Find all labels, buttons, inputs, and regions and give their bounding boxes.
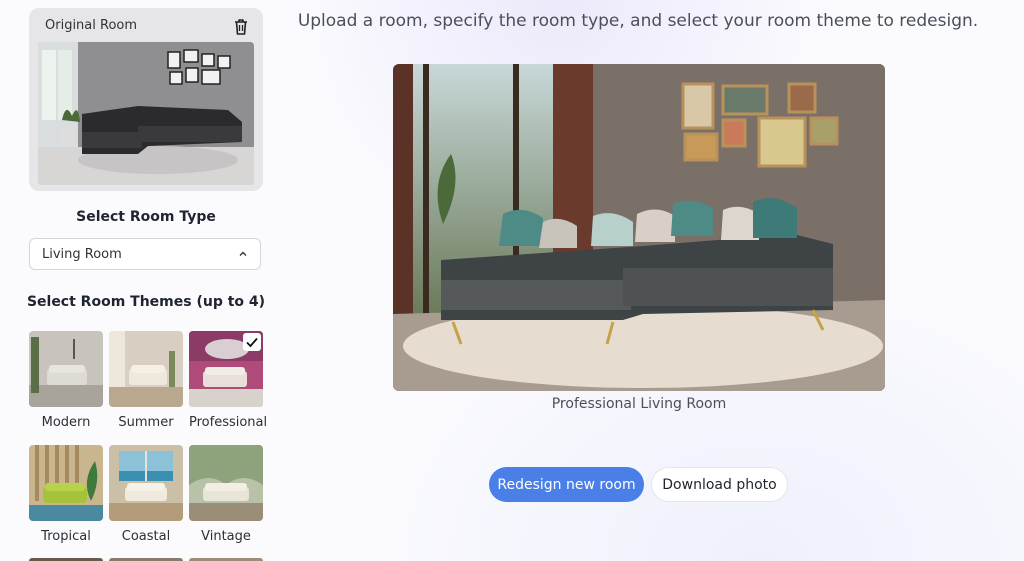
trash-icon[interactable] [233,18,249,36]
room-themes-heading: Select Room Themes (up to 4) [26,294,266,310]
theme-thumbnail [109,445,183,521]
theme-thumbnail [189,331,263,407]
theme-tropical[interactable]: Tropical [29,445,103,544]
theme-thumbnail [109,331,183,407]
theme-professional[interactable]: Professional [189,331,268,430]
theme-label: Professional [189,415,268,430]
redesign-new-room-button[interactable]: Redesign new room [489,467,644,502]
download-photo-button[interactable]: Download photo [651,467,788,502]
page-subtitle: Upload a room, specify the room type, an… [297,11,979,31]
theme-summer[interactable]: Summer [109,331,183,430]
theme-vintage[interactable]: Vintage [189,445,263,544]
theme-label: Tropical [41,529,91,544]
theme-thumbnail [29,331,103,407]
theme-coastal[interactable]: Coastal [109,445,183,544]
theme-thumbnail [29,445,103,521]
theme-label: Vintage [201,529,251,544]
theme-label: Modern [41,415,91,430]
theme-label: Coastal [121,529,171,544]
redesigned-room-image [393,64,885,391]
room-type-heading: Select Room Type [76,209,216,225]
original-room-title: Original Room [45,18,138,33]
theme-label: Summer [118,415,174,430]
room-type-value: Living Room [42,247,122,262]
room-type-select[interactable]: Living Room [29,238,261,270]
sidebar: Original Room Select Room Type Living Ro… [0,0,292,561]
result-caption: Professional Living Room [551,396,727,412]
checkmark-icon [243,333,261,351]
chevron-up-icon [238,249,248,259]
theme-modern[interactable]: Modern [29,331,103,430]
original-room-card: Original Room [29,8,263,191]
original-room-image [38,42,254,185]
theme-thumbnail [189,445,263,521]
